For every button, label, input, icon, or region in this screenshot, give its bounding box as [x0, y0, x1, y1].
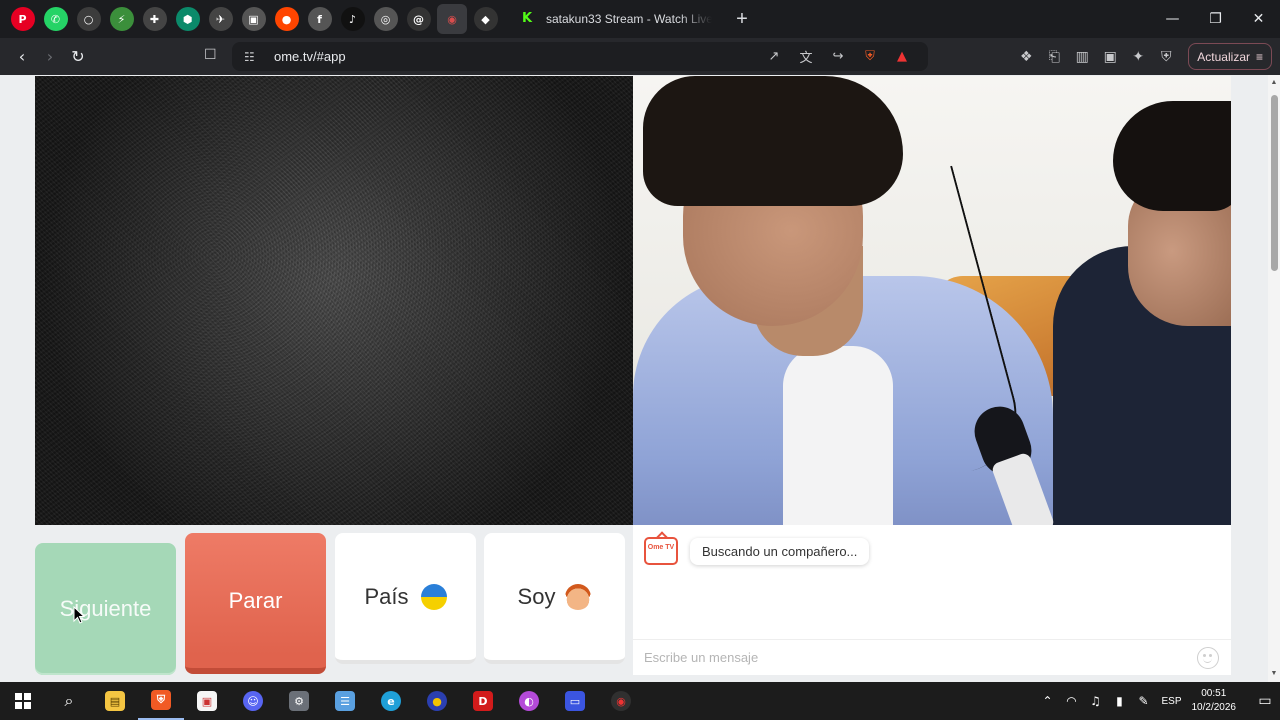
wallet-icon[interactable]: ▣: [1096, 49, 1124, 65]
page-scrollbar[interactable]: ▲ ▼: [1268, 75, 1280, 682]
scrollbar-thumb[interactable]: [1271, 95, 1278, 271]
extensions-icon[interactable]: ❖: [1012, 49, 1040, 65]
ometv-logo: Ome TV: [644, 537, 678, 565]
url-text: ome.tv/#app: [274, 49, 346, 64]
open-external-icon[interactable]: ↗: [758, 49, 790, 64]
kick-favicon-icon: K: [522, 11, 533, 26]
edge-icon[interactable]: e: [368, 682, 414, 720]
site-settings-icon[interactable]: ☷: [244, 50, 260, 64]
windows-start-icon[interactable]: [0, 682, 46, 720]
clock-time: 00:51: [1201, 688, 1227, 699]
search-icon[interactable]: ⌕: [46, 682, 92, 720]
self-camera-video: [633, 76, 1231, 525]
back-button[interactable]: ‹: [8, 43, 36, 71]
window-controls: — ❐ ✕: [1151, 0, 1280, 38]
gender-button-label: Soy: [517, 583, 556, 609]
browser-tab-strip: P ✆ ○ ⚡ ✚ ⬢ ✈ ▣ ● f ♪ ◎ @ ◉ ◆ K satakun33 Stream - Wat…: [0, 0, 1280, 38]
record-tab-icon[interactable]: ◉: [437, 4, 467, 34]
chat-input-row: [633, 639, 1231, 675]
discord-icon[interactable]: ☺: [230, 682, 276, 720]
vpn-icon[interactable]: ⛨: [1152, 49, 1180, 65]
brave-rewards-icon[interactable]: ▲: [886, 49, 918, 64]
sidebar-icon[interactable]: ▥: [1068, 49, 1096, 65]
obs-icon[interactable]: ◉: [598, 682, 644, 720]
status-message: Buscando un compañero...: [690, 538, 870, 565]
forward-button[interactable]: ›: [36, 43, 64, 71]
screenshot-icon[interactable]: ⎗: [1040, 49, 1068, 65]
clock[interactable]: 00:51 10/2/2026: [1192, 687, 1237, 715]
active-tab[interactable]: K satakun33 Stream - Watch Live on Kick: [514, 4, 720, 34]
chat-message-input[interactable]: [633, 640, 1197, 675]
scroll-up-icon[interactable]: ▲: [1269, 79, 1279, 89]
notifications-icon[interactable]: ▭: [1250, 693, 1280, 709]
mouse-cursor-icon: [73, 606, 85, 624]
leo-ai-icon[interactable]: ✦: [1124, 49, 1152, 65]
notepad-icon[interactable]: ☰: [322, 682, 368, 720]
volume-icon[interactable]: ♫: [1083, 694, 1107, 708]
toolbar-right: ❖ ⎗ ▥ ▣ ✦ ⛨ Actualizar ≡: [1012, 42, 1272, 71]
box-app-icon[interactable]: ▣: [241, 7, 266, 31]
country-filter-button[interactable]: País: [335, 533, 476, 664]
address-bar[interactable]: ☷ ome.tv/#app ↗ 文 ↪ ⛨ ▲: [232, 42, 928, 71]
share-icon[interactable]: ↪: [822, 49, 854, 64]
bolt-app-icon[interactable]: ⚡: [109, 7, 134, 31]
country-button-label: País: [364, 583, 409, 609]
bookmark-icon[interactable]: ☐: [204, 47, 217, 63]
threads-icon[interactable]: @: [406, 7, 431, 31]
brave-shields-icon[interactable]: ⛨: [854, 49, 886, 64]
language-indicator[interactable]: ESP: [1161, 696, 1181, 707]
emoji-icon[interactable]: [1197, 646, 1219, 669]
whatsapp-icon[interactable]: ✆: [43, 7, 68, 31]
green-app-icon[interactable]: ⬢: [175, 7, 200, 31]
pen-icon[interactable]: ✎: [1131, 694, 1155, 708]
pinterest-icon[interactable]: P: [10, 7, 35, 31]
ukraine-flag-icon: [420, 583, 447, 610]
translate-icon[interactable]: 文: [790, 47, 822, 66]
stop-button[interactable]: Parar: [185, 533, 326, 674]
tiktok-icon[interactable]: ♪: [340, 7, 365, 31]
menu-icon: ≡: [1255, 49, 1263, 64]
tab-title: satakun33 Stream - Watch Live on Kick: [546, 12, 712, 26]
reddit-icon[interactable]: ●: [274, 7, 299, 31]
brave-browser-icon[interactable]: ⛨: [138, 682, 184, 720]
file-explorer-icon[interactable]: ▤: [92, 682, 138, 720]
scroll-down-icon[interactable]: ▼: [1269, 670, 1279, 680]
maximize-button[interactable]: ❐: [1194, 0, 1237, 38]
reload-button[interactable]: ↻: [64, 43, 92, 71]
chat-panel: Ome TV Buscando un compañero...: [633, 525, 1231, 675]
system-tray: ⌃ ◠ ♫ ▮ ✎ ESP 00:51 10/2/2026 ▭: [1035, 682, 1280, 720]
windows-taskbar: ⌕ ▤ ⛨ ▣ ☺ ⚙ ☰ e ● D ◐ ▭ ◉ ⌃ ◠ ♫ ▮ ✎ ESP …: [0, 682, 1280, 720]
address-bar-actions: ↗ 文 ↪ ⛨ ▲: [758, 42, 918, 71]
bird-app-icon[interactable]: ✈: [208, 7, 233, 31]
partner-video-static: [35, 76, 633, 525]
settings-gear-icon[interactable]: ⚙: [276, 682, 322, 720]
photos-app-icon[interactable]: ▣: [184, 682, 230, 720]
show-hidden-icons-icon[interactable]: ⌃: [1035, 694, 1059, 708]
color-app-icon[interactable]: ◐: [506, 682, 552, 720]
diamond-app-icon[interactable]: ◆: [473, 7, 498, 31]
browser-toolbar: ‹ › ↻ ☐ ☷ ome.tv/#app ↗ 文 ↪ ⛨ ▲ ❖ ⎗ ▥ ▣ …: [0, 38, 1280, 75]
plus-app-icon[interactable]: ✚: [142, 7, 167, 31]
update-button[interactable]: Actualizar ≡: [1188, 43, 1272, 70]
pinned-tabs: P ✆ ○ ⚡ ✚ ⬢ ✈ ▣ ● f ♪ ◎ @ ◉ ◆: [0, 4, 502, 34]
stop-button-label: Parar: [228, 587, 283, 613]
screen-app-icon[interactable]: ▭: [552, 682, 598, 720]
game-app-icon[interactable]: ●: [414, 682, 460, 720]
close-window-button[interactable]: ✕: [1237, 0, 1280, 38]
new-tab-button[interactable]: +: [728, 5, 756, 33]
male-avatar-icon: [565, 583, 592, 610]
clock-date: 10/2/2026: [1191, 702, 1237, 713]
facebook-icon[interactable]: f: [307, 7, 332, 31]
circle-app-icon[interactable]: ○: [76, 7, 101, 31]
microphone-icon[interactable]: ▮: [1107, 694, 1131, 708]
update-button-label: Actualizar: [1197, 49, 1250, 64]
minimize-button[interactable]: —: [1151, 0, 1194, 38]
ometv-page: Siguiente Parar País Soy Ome TV Buscando…: [0, 75, 1268, 682]
davinci-icon[interactable]: D: [460, 682, 506, 720]
wifi-icon[interactable]: ◠: [1059, 694, 1083, 708]
instagram-icon[interactable]: ◎: [373, 7, 398, 31]
next-button[interactable]: Siguiente: [35, 543, 176, 675]
gender-button[interactable]: Soy: [484, 533, 625, 664]
